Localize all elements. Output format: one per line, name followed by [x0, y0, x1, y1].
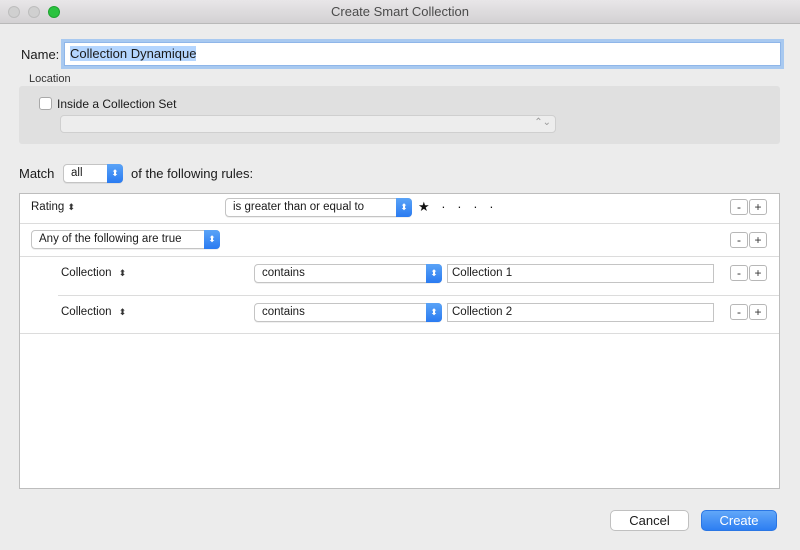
remove-rule-button[interactable]: - [730, 304, 748, 320]
select-arrows-icon: ⬍ [426, 303, 442, 322]
star-empty-dot-icon[interactable]: · [489, 199, 493, 214]
cancel-button[interactable]: Cancel [610, 510, 689, 531]
star-empty-dot-icon[interactable]: · [473, 199, 477, 214]
updown-icon: ⬍ [67, 202, 75, 212]
select-arrows-icon: ⬍ [107, 164, 123, 183]
add-group-rule-button[interactable]: + [749, 232, 767, 248]
star-filled-icon[interactable]: ★ [418, 199, 430, 214]
row-divider [20, 256, 779, 257]
window-title: Create Smart Collection [331, 4, 469, 19]
star-empty-dot-icon[interactable]: · [457, 199, 461, 214]
updown-icon: ⬍ [118, 307, 127, 317]
name-input[interactable]: Collection Dynamique [64, 42, 781, 66]
collection-operator-value: contains [262, 306, 305, 318]
add-rule-button[interactable]: + [749, 265, 767, 281]
remove-group-button[interactable]: - [730, 232, 748, 248]
collection-set-select[interactable]: ⌃⌄ [60, 115, 556, 133]
remove-rule-button[interactable]: - [730, 265, 748, 281]
name-label: Name: [21, 47, 60, 62]
match-select[interactable]: all ⬍ [63, 164, 123, 183]
collection-value-input[interactable]: Collection 2 [447, 303, 714, 322]
row-divider [20, 333, 779, 334]
collection-set-checkbox-label: Inside a Collection Set [57, 97, 177, 111]
row-divider [58, 295, 779, 296]
rating-operator-value: is greater than or equal to [233, 201, 365, 213]
select-arrows-icon: ⬍ [204, 230, 220, 249]
collection-value-input[interactable]: Collection 1 [447, 264, 714, 283]
select-arrows-icon: ⬍ [426, 264, 442, 283]
location-label: Location [29, 73, 71, 85]
group-select[interactable]: Any of the following are true ⬍ [31, 230, 220, 249]
add-rule-button[interactable]: + [749, 199, 767, 215]
select-arrows-icon: ⌃⌄ [534, 117, 551, 128]
star-empty-dot-icon[interactable]: · [441, 199, 445, 214]
collection-operator-select[interactable]: contains ⬍ [254, 264, 442, 283]
create-button[interactable]: Create [701, 510, 777, 531]
group-select-value: Any of the following are true [39, 233, 182, 245]
rule-field-collection[interactable]: Collection ⬍ [61, 267, 126, 279]
collection-operator-value: contains [262, 267, 305, 279]
match-select-value: all [71, 167, 83, 179]
remove-rule-button[interactable]: - [730, 199, 748, 215]
select-arrows-icon: ⬍ [396, 198, 412, 217]
collection-operator-select[interactable]: contains ⬍ [254, 303, 442, 322]
rating-stars[interactable]: ★ · · · · [418, 199, 494, 215]
match-label: Match [19, 166, 55, 181]
rule-field-rating[interactable]: Rating ⬍ [31, 201, 75, 213]
row-divider [20, 223, 779, 224]
name-input-value: Collection Dynamique [70, 46, 197, 61]
match-suffix-label: of the following rules: [131, 166, 254, 181]
collection-set-checkbox[interactable] [39, 97, 52, 110]
rule-field-collection[interactable]: Collection ⬍ [61, 306, 126, 318]
add-rule-button[interactable]: + [749, 304, 767, 320]
rating-operator-select[interactable]: is greater than or equal to ⬍ [225, 198, 412, 217]
updown-icon: ⬍ [118, 268, 127, 278]
